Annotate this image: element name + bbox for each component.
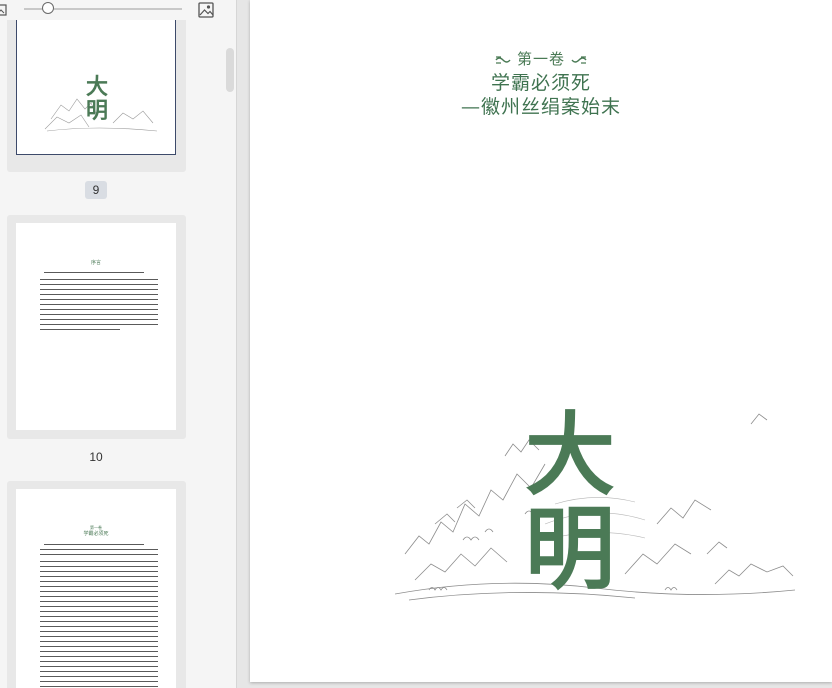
- chapter-title: 学霸必须死: [490, 72, 591, 94]
- ornament-right-icon: [571, 51, 587, 69]
- thumbnail-page-9-image: 大明: [16, 20, 176, 155]
- document-page: 第一卷 学霸必须死 —徽州丝绢案始末 大明: [250, 0, 832, 682]
- thumbnail-cover-title: 大明: [85, 74, 108, 124]
- thumbnail-page-11[interactable]: 第一卷 学霸必须死: [7, 481, 186, 688]
- large-image-icon[interactable]: [198, 2, 214, 22]
- sidebar-scrollbar[interactable]: [226, 48, 234, 92]
- document-view[interactable]: 第一卷 学霸必须死 —徽州丝绢案始末 大明: [237, 0, 832, 688]
- zoom-slider-thumb[interactable]: [41, 2, 54, 14]
- thumbnail-heading-line2: 学霸必须死: [83, 531, 109, 537]
- chapter-subtitle: —徽州丝绢案始末: [460, 96, 621, 118]
- thumbnail-page-10-image: 序言: [16, 223, 176, 430]
- small-image-icon[interactable]: [0, 2, 8, 21]
- ornament-left-icon: [495, 51, 511, 69]
- thumbnail-heading: 序言: [90, 260, 101, 266]
- thumbnail-zoom-bar: [0, 0, 236, 20]
- thumbnail-list: 大明 9 序言 10 第一卷 学霸必须死: [0, 20, 224, 688]
- cover-title: 大明: [525, 402, 615, 602]
- thumbnail-sidebar: 大明 9 序言 10 第一卷 学霸必须死: [0, 0, 237, 688]
- page-number-label: 9: [85, 181, 107, 199]
- thumbnail-page-9[interactable]: 大明: [7, 20, 186, 172]
- thumbnail-page-11-image: 第一卷 学霸必须死: [16, 489, 176, 688]
- volume-heading: 第一卷: [250, 48, 832, 69]
- page-number-label: 10: [89, 450, 103, 464]
- thumbnail-page-10[interactable]: 序言: [7, 215, 186, 439]
- volume-label: 第一卷: [516, 50, 565, 68]
